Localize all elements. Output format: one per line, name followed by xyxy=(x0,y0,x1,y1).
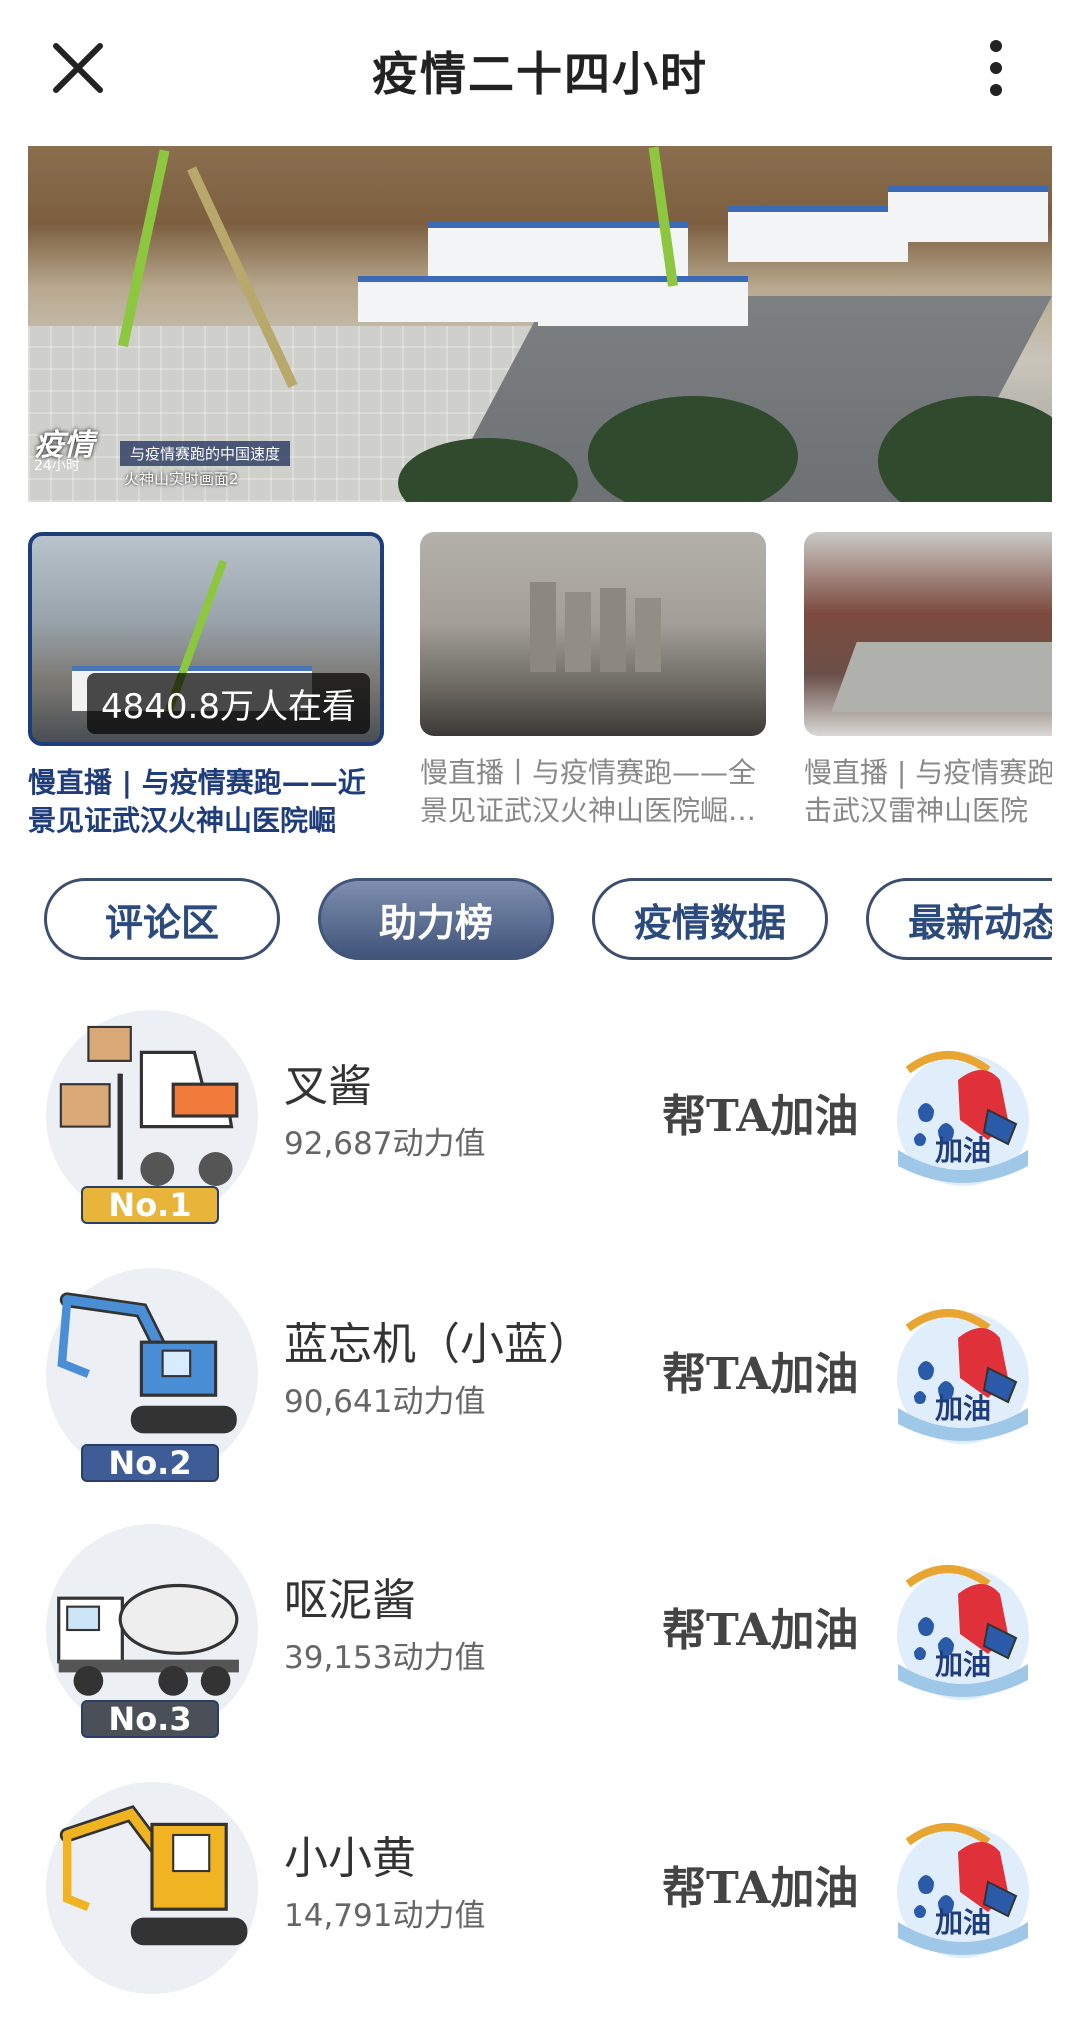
fuel-label: 加油 xyxy=(935,1134,991,1167)
channel-logo: 疫情 24小时 xyxy=(34,428,94,476)
fuel-nozzle-icon: 加油 xyxy=(897,1823,1029,1958)
machine-name: 蓝忘机（小蓝） xyxy=(284,1319,592,1370)
more-vertical-icon[interactable] xyxy=(972,36,1020,100)
top-bar: 疫情二十四小时 xyxy=(0,0,1080,142)
cheer-label[interactable]: 帮TA加油 xyxy=(662,1594,858,1658)
fuel-label: 加油 xyxy=(935,1648,991,1681)
power-value: 90,641动力值 xyxy=(284,1384,486,1420)
machine-name: 叉酱 xyxy=(284,1061,372,1112)
ranking-row: No.2 蓝忘机（小蓝） 90,641动力值 帮TA加油 加油 xyxy=(0,1258,1080,1488)
power-value: 92,687动力值 xyxy=(284,1126,486,1162)
cheer-label[interactable]: 帮TA加油 xyxy=(662,1852,858,1916)
logo-text: 疫情 xyxy=(34,428,94,463)
rank-badge: No.1 xyxy=(81,1186,219,1224)
ranking-row: No.3 呕泥酱 39,153动力值 帮TA加油 加油 xyxy=(0,1514,1080,1744)
tab-support-ranking[interactable]: 助力榜 xyxy=(318,878,554,960)
viewer-count: 4840.8万人在看 xyxy=(87,673,370,734)
stream-thumbnail-2[interactable]: 慢直播丨与疫情赛跑——全景见证武汉火神山医院崛… xyxy=(420,532,770,830)
video-caption: 与疫情赛跑的中国速度 xyxy=(120,441,291,466)
power-value: 14,791动力值 xyxy=(284,1898,486,1934)
power-value: 39,153动力值 xyxy=(284,1640,486,1676)
ranking-row: 小小黄 14,791动力值 帮TA加油 加油 xyxy=(0,1772,1080,2002)
rank-badge: No.3 xyxy=(81,1700,219,1738)
tab-comments[interactable]: 评论区 xyxy=(44,878,280,960)
page-title: 疫情二十四小时 xyxy=(372,47,708,101)
thumbnail-image xyxy=(804,532,1052,736)
fuel-button[interactable]: 加油 xyxy=(888,1812,1038,1962)
blue-excavator-icon: No.2 xyxy=(46,1268,258,1482)
forklift-icon: No.1 xyxy=(46,1010,258,1224)
rank-badge: No.2 xyxy=(81,1444,219,1482)
video-subcaption: 火神山实时画面2 xyxy=(124,470,239,488)
tab-epidemic-data[interactable]: 疫情数据 xyxy=(592,878,828,960)
fuel-nozzle-icon: 加油 xyxy=(897,1565,1029,1700)
cheer-label[interactable]: 帮TA加油 xyxy=(662,1080,858,1144)
section-tabs: 评论区 助力榜 疫情数据 最新动态 xyxy=(44,878,1052,966)
cement-mixer-icon: No.3 xyxy=(46,1524,258,1738)
thumbnail-caption: 慢直播丨与疫情赛跑——全景见证武汉火神山医院崛… xyxy=(420,756,757,827)
prefab-building xyxy=(728,206,908,262)
fuel-nozzle-icon: 加油 xyxy=(897,1051,1029,1186)
stream-thumbnail-row[interactable]: 4840.8万人在看 慢直播 | 与疫情赛跑——近景见证武汉火神山医院崛起… 慢… xyxy=(28,532,1052,842)
thumbnail-image xyxy=(420,532,766,736)
fuel-label: 加油 xyxy=(935,1906,991,1939)
machine-name: 呕泥酱 xyxy=(284,1575,416,1626)
fuel-nozzle-icon: 加油 xyxy=(897,1309,1029,1444)
thumbnail-caption: 慢直播 | 与疫情赛跑——直击武汉雷神山医院 xyxy=(804,756,1052,827)
fuel-button[interactable]: 加油 xyxy=(888,1040,1038,1190)
fuel-button[interactable]: 加油 xyxy=(888,1298,1038,1448)
close-icon[interactable] xyxy=(50,40,106,96)
fuel-button[interactable]: 加油 xyxy=(888,1554,1038,1704)
fuel-label: 加油 xyxy=(935,1392,991,1425)
machine-name: 小小黄 xyxy=(284,1833,416,1884)
prefab-building xyxy=(358,276,538,322)
prefab-building xyxy=(888,186,1048,242)
yellow-excavator-icon xyxy=(46,1782,258,1994)
stream-thumbnail-1[interactable]: 4840.8万人在看 慢直播 | 与疫情赛跑——近景见证武汉火神山医院崛起… xyxy=(28,532,384,840)
prefab-building xyxy=(538,276,748,326)
thumbnail-caption: 慢直播 | 与疫情赛跑——近景见证武汉火神山医院崛起… xyxy=(28,766,366,837)
ranking-row: No.1 叉酱 92,687动力值 帮TA加油 加油 xyxy=(0,1000,1080,1230)
prefab-building xyxy=(428,222,688,278)
live-video-player[interactable]: 疫情 24小时 与疫情赛跑的中国速度 火神山实时画面2 xyxy=(28,146,1052,502)
stream-thumbnail-3[interactable]: 慢直播 | 与疫情赛跑——直击武汉雷神山医院 xyxy=(804,532,1052,830)
thumbnail-image: 4840.8万人在看 xyxy=(28,532,384,746)
tab-latest-news[interactable]: 最新动态 xyxy=(866,878,1052,960)
cheer-label[interactable]: 帮TA加油 xyxy=(662,1338,858,1402)
